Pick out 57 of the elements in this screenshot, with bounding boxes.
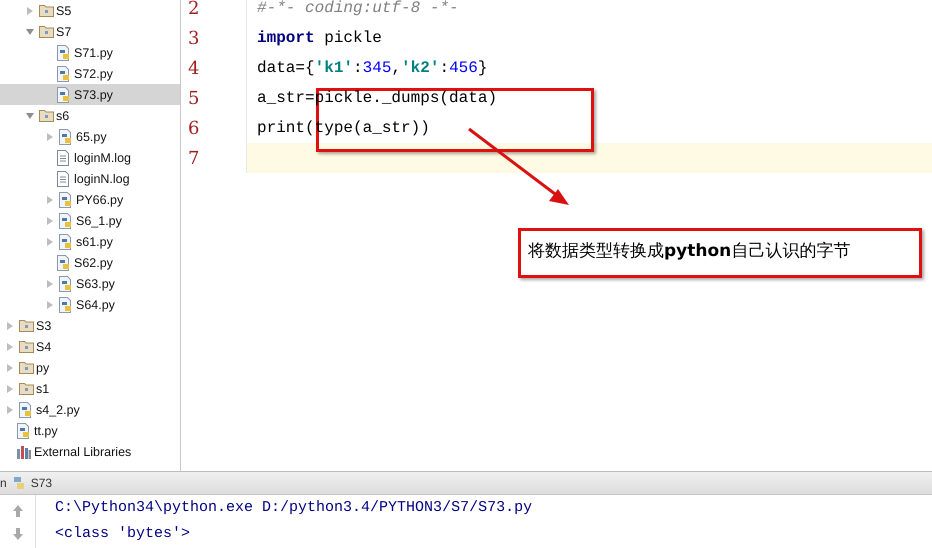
text-file-icon (57, 150, 69, 166)
folder-icon (39, 4, 54, 17)
code-line: data={'k1':345,'k2':456} (256, 59, 488, 77)
text-file-icon (57, 170, 69, 186)
console-output-line: <class 'bytes'> (55, 525, 192, 542)
folder-icon (19, 361, 34, 374)
python-file-icon (59, 276, 73, 292)
tree-item-label[interactable]: s1 (36, 382, 50, 396)
code-line: import pickle (256, 29, 382, 47)
run-tab[interactable]: S73 (30, 476, 52, 490)
code-line: #-*- coding:utf-8 -*- (256, 0, 459, 17)
python-file-icon (57, 66, 71, 82)
tree-item-label[interactable]: s6 (56, 108, 70, 122)
expanded-arrow-icon[interactable] (23, 110, 37, 120)
folder-icon (19, 382, 34, 395)
console-output-line: C:\Python34\python.exe D:/python3.4/PYTHON3/S7/S73.py (55, 499, 532, 516)
tree-item-label[interactable]: S62.py (74, 256, 113, 270)
tree-item-label[interactable]: s4_2.py (36, 402, 80, 416)
tree-item-label[interactable]: tt.py (34, 424, 58, 438)
python-file-icon (59, 192, 73, 208)
folder-icon (39, 25, 54, 38)
annotation-callout: 将数据类型转换成python自己认识的字节 (518, 228, 922, 278)
line-number: 7 (181, 143, 247, 173)
python-file-icon (57, 86, 71, 102)
tree-item-label[interactable]: S73.py (74, 88, 113, 102)
down-arrow-icon[interactable] (12, 526, 24, 540)
tree-item-label[interactable]: S64.py (76, 298, 115, 312)
folder-icon (19, 319, 34, 332)
python-file-icon (59, 296, 73, 312)
python-file-icon (57, 254, 71, 270)
tree-item-label[interactable]: S6_1.py (76, 214, 122, 228)
libraries-icon (17, 444, 31, 458)
tree-item-label[interactable]: S72.py (74, 66, 113, 80)
tree-item-label[interactable]: loginN.log (74, 172, 130, 186)
tree-item-label[interactable]: py (36, 360, 50, 374)
python-file-icon (59, 212, 73, 228)
tree-item-label[interactable]: S3 (36, 318, 52, 332)
tree-item-label[interactable]: s61.py (76, 234, 113, 248)
tree-item-label[interactable]: S4 (36, 340, 52, 354)
tree-item-label[interactable]: PY66.py (76, 192, 124, 206)
folder-icon (19, 340, 34, 353)
tree-item-label[interactable]: loginM.log (74, 150, 131, 164)
python-file-icon (19, 402, 33, 418)
tree-item-label[interactable]: 65.py (76, 130, 107, 144)
tree-item-label[interactable]: S5 (56, 4, 72, 18)
tree-item-label[interactable]: External Libraries (34, 444, 132, 458)
python-file-icon (59, 128, 73, 144)
tree-item-label[interactable]: S63.py (76, 276, 115, 290)
python-file-icon (59, 234, 73, 250)
up-arrow-icon[interactable] (12, 504, 24, 518)
tab-label[interactable]: n (0, 476, 7, 490)
python-file-icon (17, 422, 31, 438)
tree-item-label[interactable]: S71.py (74, 46, 113, 60)
tree-item-label[interactable]: S7 (56, 24, 72, 38)
folder-icon (39, 109, 54, 122)
python-file-icon (57, 44, 71, 60)
expanded-arrow-icon[interactable] (23, 26, 37, 36)
